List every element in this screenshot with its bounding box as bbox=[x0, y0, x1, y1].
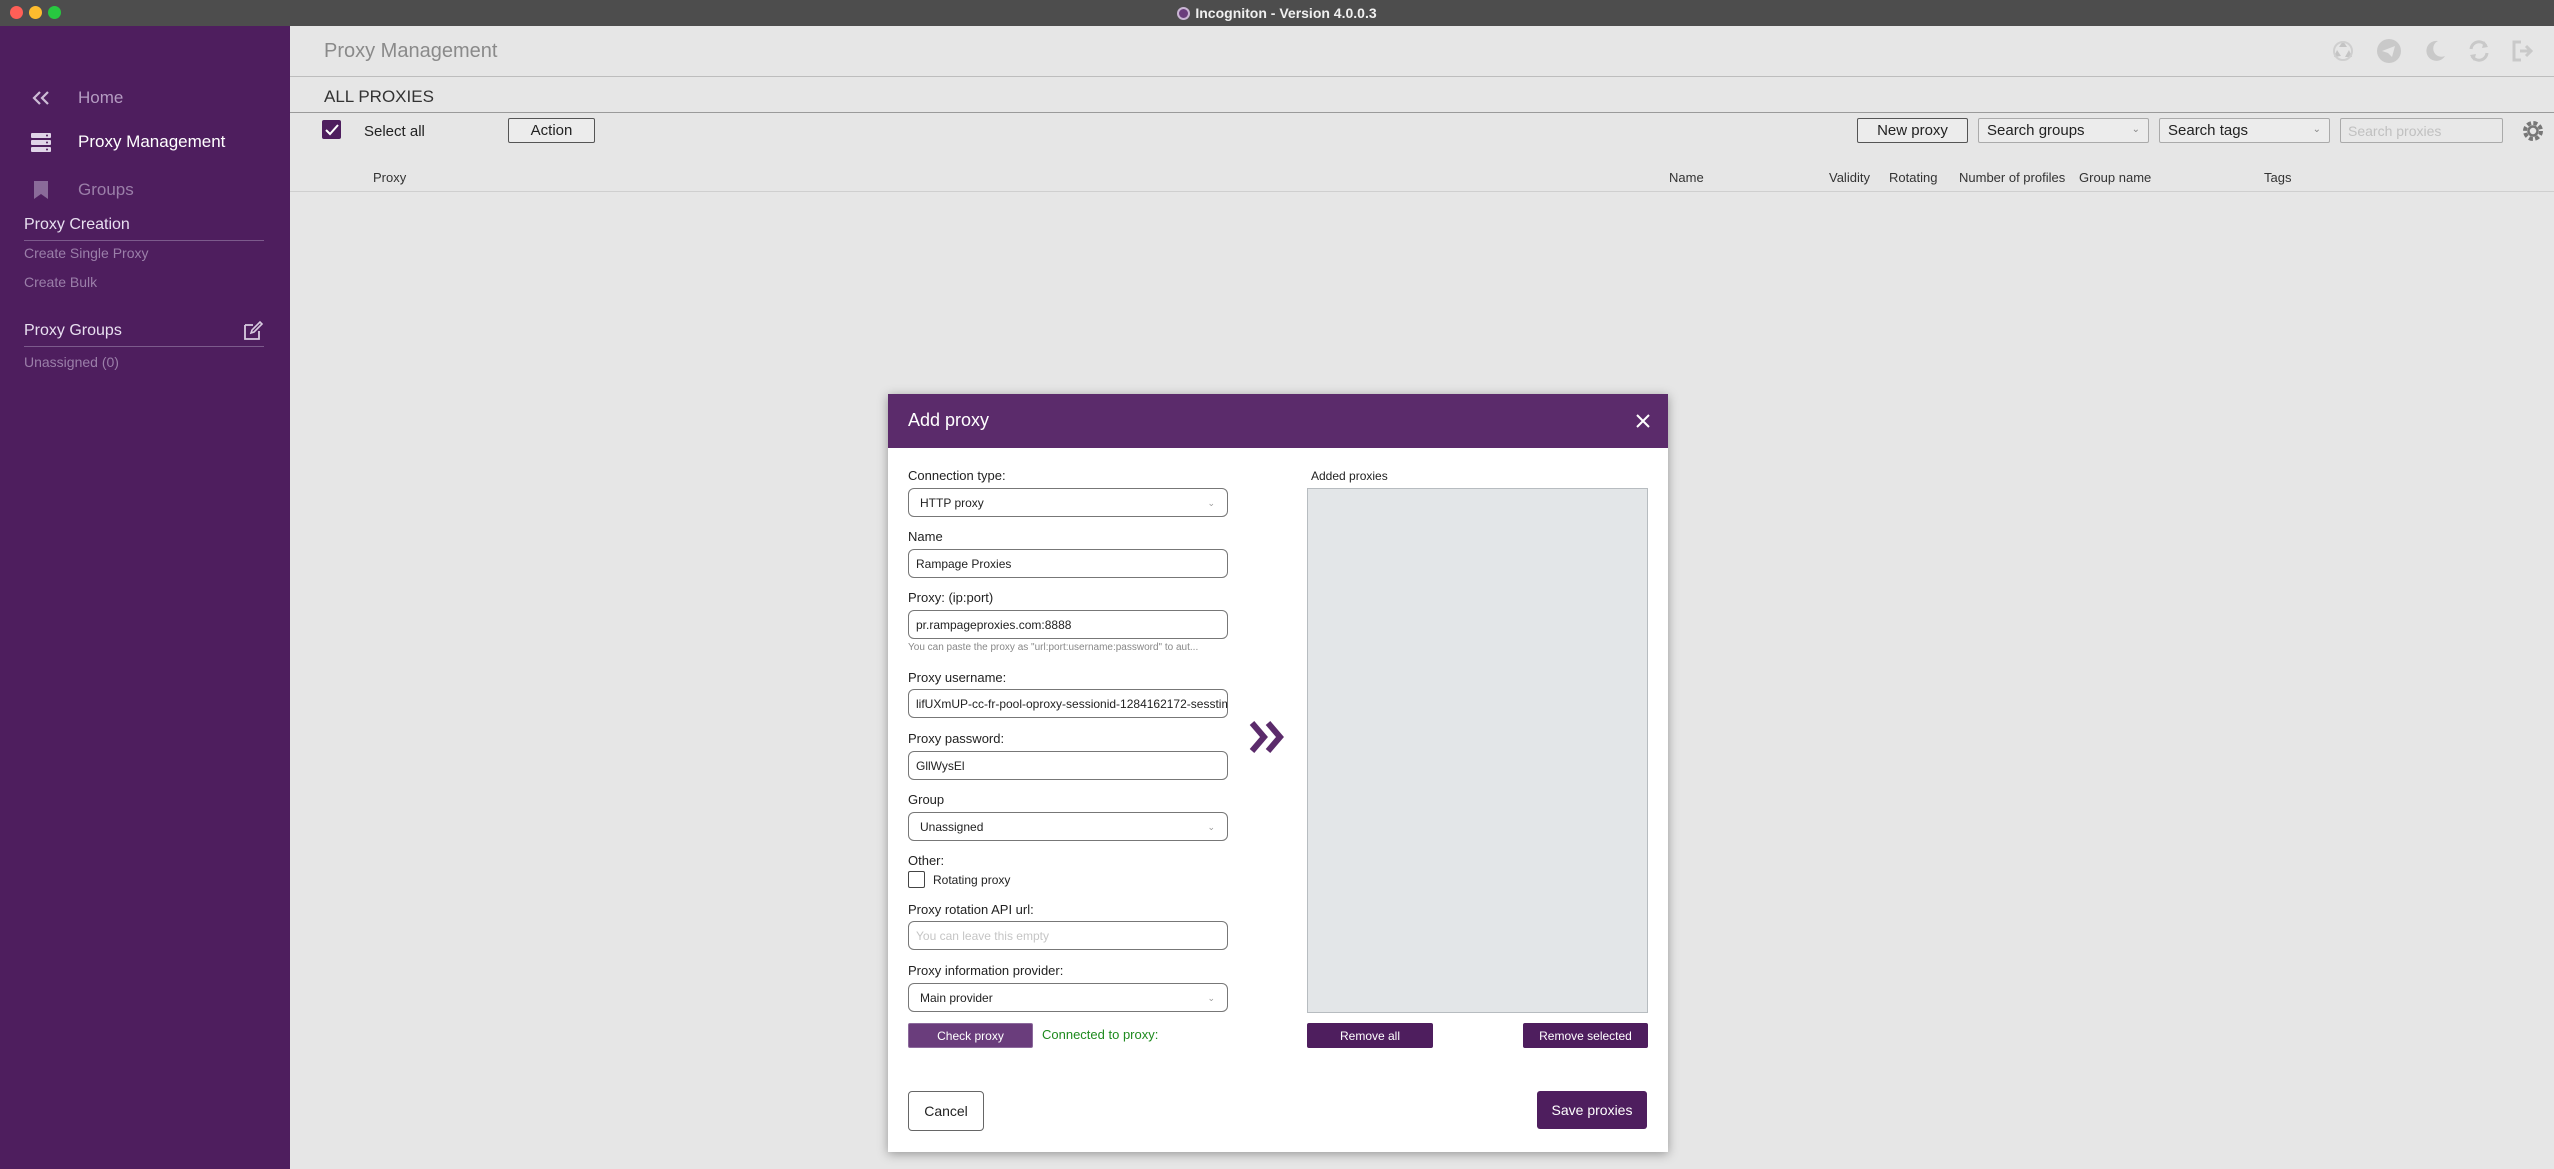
save-proxies-button[interactable]: Save proxies bbox=[1537, 1091, 1647, 1129]
name-input[interactable]: Rampage Proxies bbox=[908, 549, 1228, 578]
table-header-divider bbox=[290, 191, 2554, 192]
unassigned-group-link[interactable]: Unassigned (0) bbox=[24, 354, 119, 370]
other-label: Other: bbox=[908, 853, 945, 868]
sidebar: Home Proxy Management Groups Proxy Creat… bbox=[0, 26, 290, 1169]
proxy-username-label: Proxy username: bbox=[908, 670, 1007, 685]
create-bulk-link[interactable]: Create Bulk bbox=[24, 274, 97, 290]
column-header-rotating[interactable]: Rotating bbox=[1889, 170, 1937, 185]
proxy-password-input[interactable]: GllWysEl bbox=[908, 751, 1228, 780]
gear-icon[interactable] bbox=[2520, 118, 2546, 144]
remove-all-button[interactable]: Remove all bbox=[1307, 1023, 1433, 1048]
close-icon[interactable] bbox=[1630, 408, 1656, 434]
header-divider bbox=[290, 76, 2554, 77]
recycle-icon[interactable] bbox=[2330, 38, 2356, 64]
search-proxies-input[interactable] bbox=[2340, 118, 2503, 143]
checkmark-icon bbox=[324, 123, 339, 135]
window-title: Incogniton - Version 4.0.0.3 bbox=[0, 5, 2554, 21]
check-proxy-button[interactable]: Check proxy bbox=[908, 1023, 1033, 1048]
connection-type-select[interactable]: HTTP proxy ⌄ bbox=[908, 488, 1228, 517]
chevron-down-icon: ⌄ bbox=[2131, 124, 2140, 135]
proxy-password-label: Proxy password: bbox=[908, 731, 1005, 746]
proxy-input[interactable]: pr.rampageproxies.com:8888 bbox=[908, 610, 1228, 639]
rotation-api-label: Proxy rotation API url: bbox=[908, 902, 1034, 917]
telegram-icon[interactable] bbox=[2376, 38, 2402, 64]
column-header-validity[interactable]: Validity bbox=[1829, 170, 1870, 185]
group-select[interactable]: Unassigned ⌄ bbox=[908, 812, 1228, 841]
section-divider bbox=[290, 112, 2554, 113]
column-header-group-name[interactable]: Group name bbox=[2079, 170, 2151, 185]
create-single-proxy-link[interactable]: Create Single Proxy bbox=[24, 245, 149, 261]
added-proxies-list[interactable] bbox=[1307, 488, 1648, 1013]
select-all-label: Select all bbox=[364, 123, 425, 140]
group-label: Group bbox=[908, 792, 945, 807]
bookmark-icon bbox=[30, 179, 52, 201]
double-chevron-left-icon bbox=[30, 87, 52, 109]
all-proxies-title: ALL PROXIES bbox=[324, 87, 434, 106]
window-titlebar: Incogniton - Version 4.0.0.3 bbox=[0, 0, 2554, 26]
chevron-down-icon: ⌄ bbox=[1207, 498, 1215, 508]
column-header-tags[interactable]: Tags bbox=[2264, 170, 2291, 185]
sidebar-item-proxy-management[interactable]: Proxy Management bbox=[0, 124, 290, 160]
dialog-header: Add proxy bbox=[888, 394, 1668, 448]
info-provider-label: Proxy information provider: bbox=[908, 963, 1064, 978]
chevron-down-icon: ⌄ bbox=[1207, 822, 1215, 832]
server-stack-icon bbox=[30, 131, 52, 153]
proxy-username-input[interactable]: lifUXmUP-cc-fr-pool-oproxy-sessionid-128… bbox=[908, 689, 1228, 718]
proxy-creation-heading: Proxy Creation bbox=[24, 216, 264, 241]
add-proxy-dialog: Add proxy Connection type: HTTP proxy ⌄ … bbox=[888, 394, 1668, 1152]
search-groups-dropdown[interactable]: Search groups ⌄ bbox=[1978, 118, 2149, 143]
search-tags-dropdown[interactable]: Search tags ⌄ bbox=[2159, 118, 2330, 143]
cancel-button[interactable]: Cancel bbox=[908, 1091, 984, 1131]
column-header-proxy[interactable]: Proxy bbox=[373, 170, 406, 185]
connection-type-label: Connection type: bbox=[908, 468, 1006, 483]
sync-icon[interactable] bbox=[2466, 38, 2492, 64]
info-provider-select[interactable]: Main provider ⌄ bbox=[908, 983, 1228, 1012]
proxy-groups-heading: Proxy Groups bbox=[24, 322, 264, 347]
added-proxies-label: Added proxies bbox=[1311, 469, 1388, 483]
proxy-hint-text: You can paste the proxy as "url:port:use… bbox=[908, 642, 1199, 653]
remove-selected-button[interactable]: Remove selected bbox=[1523, 1023, 1648, 1048]
select-all-checkbox[interactable] bbox=[322, 120, 341, 139]
new-proxy-button[interactable]: New proxy bbox=[1857, 118, 1968, 143]
connection-status-text: Connected to proxy: bbox=[1042, 1027, 1159, 1042]
rotating-proxy-label: Rotating proxy bbox=[933, 873, 1011, 887]
action-button[interactable]: Action bbox=[508, 118, 595, 143]
edit-icon[interactable] bbox=[242, 320, 264, 342]
column-header-number-of-profiles[interactable]: Number of profiles bbox=[1959, 170, 2065, 185]
proxy-label: Proxy: (ip:port) bbox=[908, 590, 994, 605]
rotating-proxy-checkbox[interactable] bbox=[908, 871, 925, 888]
logout-icon[interactable] bbox=[2510, 38, 2536, 64]
chevron-down-icon: ⌄ bbox=[1207, 993, 1215, 1003]
rotation-api-input[interactable]: You can leave this empty bbox=[908, 921, 1228, 950]
app-logo-icon bbox=[1177, 7, 1191, 20]
page-title: Proxy Management bbox=[324, 40, 498, 62]
sidebar-item-groups[interactable]: Groups bbox=[0, 172, 290, 208]
sidebar-item-home[interactable]: Home bbox=[0, 80, 290, 116]
column-header-name[interactable]: Name bbox=[1669, 170, 1704, 185]
moon-icon[interactable] bbox=[2422, 38, 2448, 64]
chevron-down-icon: ⌄ bbox=[2312, 124, 2321, 135]
double-chevron-right-icon[interactable] bbox=[1248, 719, 1288, 755]
dialog-title: Add proxy bbox=[908, 410, 990, 430]
name-label: Name bbox=[908, 529, 943, 544]
